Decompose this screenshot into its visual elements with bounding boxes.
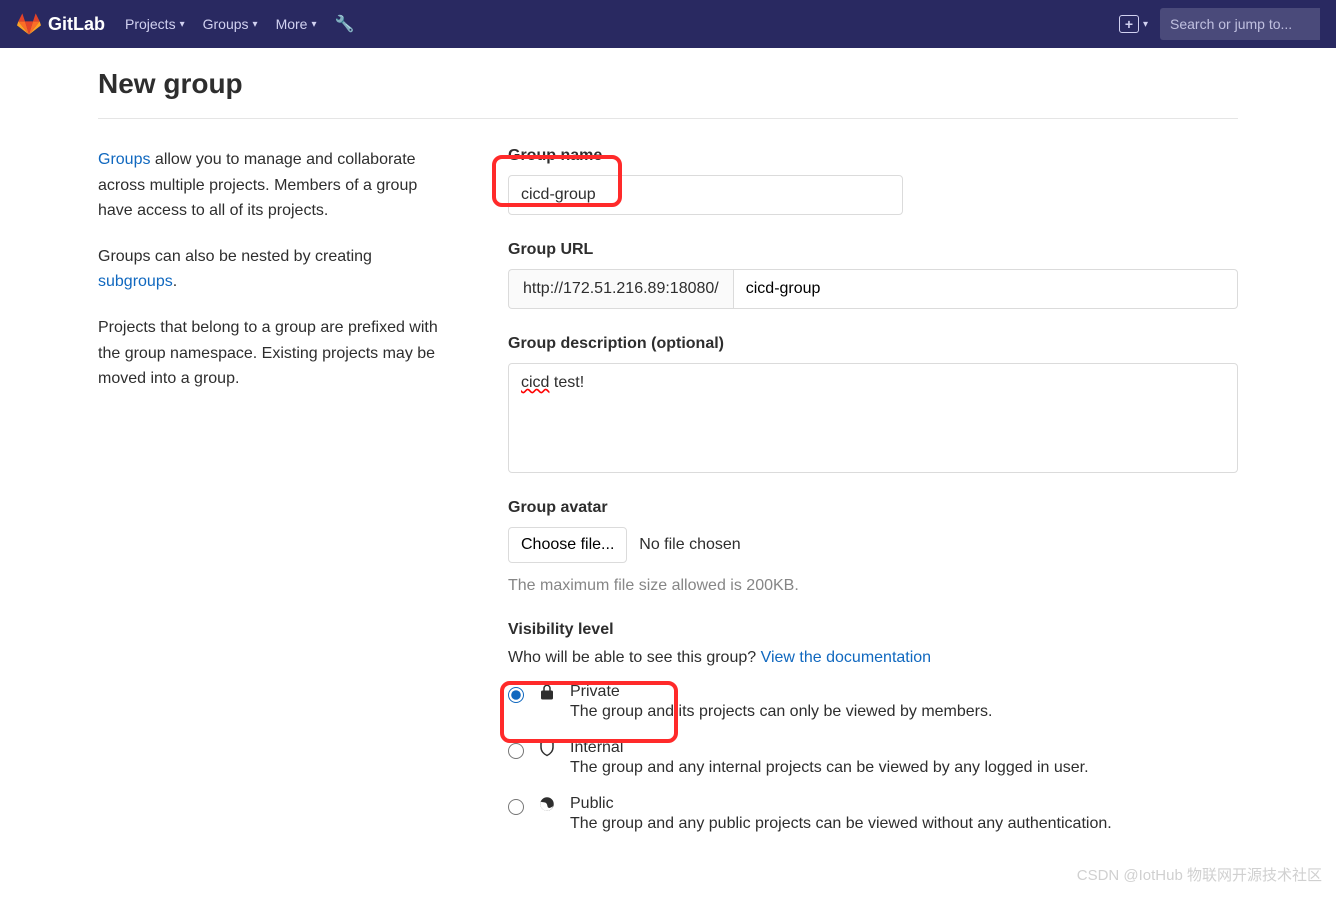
plus-icon: + bbox=[1119, 15, 1139, 33]
brand-logo[interactable]: GitLab bbox=[16, 12, 105, 36]
visibility-public-desc: The group and any public projects can be… bbox=[570, 815, 1238, 833]
lock-icon bbox=[538, 683, 556, 701]
choose-file-button[interactable]: Choose file... bbox=[508, 527, 627, 563]
visibility-doc-link[interactable]: View the documentation bbox=[761, 649, 931, 666]
group-url-input[interactable] bbox=[733, 269, 1238, 309]
subgroups-link[interactable]: subgroups bbox=[98, 273, 173, 290]
brand-text: GitLab bbox=[48, 14, 105, 35]
visibility-private[interactable]: Private The group and its projects can o… bbox=[508, 683, 1238, 721]
group-url-label: Group URL bbox=[508, 241, 1238, 259]
group-name-label: Group name bbox=[508, 147, 1238, 165]
group-avatar-label: Group avatar bbox=[508, 499, 1238, 517]
gitlab-icon bbox=[16, 12, 42, 36]
help-sidebar: Groups allow you to manage and collabora… bbox=[98, 147, 448, 859]
chevron-down-icon: ▾ bbox=[1143, 19, 1148, 30]
visibility-internal[interactable]: Internal The group and any internal proj… bbox=[508, 739, 1238, 777]
group-url-prefix: http://172.51.216.89:18080/ bbox=[508, 269, 733, 309]
visibility-public-title: Public bbox=[570, 795, 1238, 813]
globe-icon bbox=[538, 795, 556, 813]
chevron-down-icon: ▾ bbox=[180, 19, 185, 30]
group-desc-label: Group description (optional) bbox=[508, 335, 1238, 353]
top-navbar: GitLab Projects▾ Groups▾ More▾ 🔧 + ▾ bbox=[0, 0, 1336, 48]
admin-wrench-icon[interactable]: 🔧 bbox=[335, 14, 355, 34]
shield-icon bbox=[538, 739, 556, 757]
chevron-down-icon: ▾ bbox=[253, 19, 258, 30]
chevron-down-icon: ▾ bbox=[311, 19, 316, 30]
visibility-internal-title: Internal bbox=[570, 739, 1238, 757]
visibility-private-desc: The group and its projects can only be v… bbox=[570, 703, 1238, 721]
avatar-hint: The maximum file size allowed is 200KB. bbox=[508, 577, 1238, 595]
visibility-internal-radio[interactable] bbox=[508, 743, 524, 759]
form-area: Group name Group URL http://172.51.216.8… bbox=[508, 147, 1238, 859]
nav-projects[interactable]: Projects▾ bbox=[125, 16, 185, 32]
nav-more[interactable]: More▾ bbox=[276, 16, 317, 32]
visibility-public-radio[interactable] bbox=[508, 799, 524, 815]
group-name-input[interactable] bbox=[508, 175, 903, 215]
visibility-private-radio[interactable] bbox=[508, 687, 524, 703]
groups-link[interactable]: Groups bbox=[98, 151, 150, 168]
new-menu-button[interactable]: + ▾ bbox=[1119, 15, 1148, 33]
search-input[interactable] bbox=[1160, 8, 1320, 40]
divider bbox=[98, 118, 1238, 119]
nav-groups[interactable]: Groups▾ bbox=[203, 16, 258, 32]
visibility-public[interactable]: Public The group and any public projects… bbox=[508, 795, 1238, 833]
group-desc-input[interactable]: cicd test! bbox=[508, 363, 1238, 473]
file-status: No file chosen bbox=[639, 536, 740, 553]
visibility-internal-desc: The group and any internal projects can … bbox=[570, 759, 1238, 777]
visibility-private-title: Private bbox=[570, 683, 1238, 701]
visibility-label: Visibility level bbox=[508, 621, 1238, 639]
page-title: New group bbox=[98, 68, 1238, 100]
